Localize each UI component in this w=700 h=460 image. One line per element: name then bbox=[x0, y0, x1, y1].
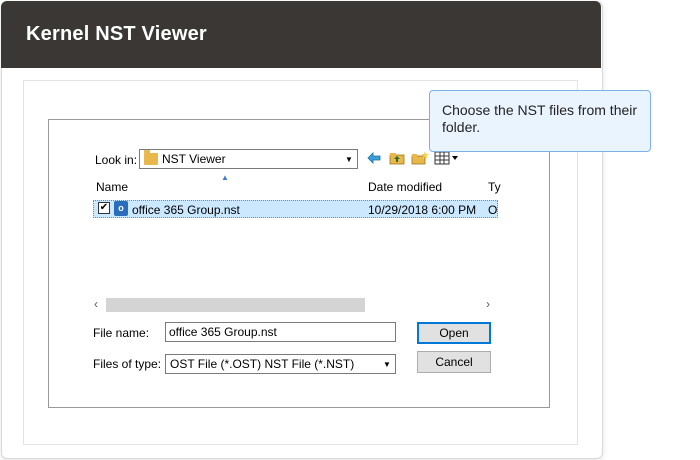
column-name-header[interactable]: Name bbox=[96, 180, 128, 194]
column-date-header[interactable]: Date modified bbox=[368, 180, 442, 194]
app-header: Kernel NST Viewer bbox=[1, 1, 601, 68]
new-folder-icon[interactable] bbox=[411, 150, 429, 166]
instruction-callout: Choose the NST files from their folder. bbox=[429, 90, 651, 152]
look-in-dropdown[interactable]: NST Viewer ▼ bbox=[139, 149, 358, 169]
file-name-label: File name: bbox=[93, 326, 150, 340]
files-of-type-value: OST File (*.OST) NST File (*.NST) bbox=[170, 357, 355, 371]
sort-up-icon: ▲ bbox=[221, 173, 229, 182]
back-arrow-icon[interactable] bbox=[365, 150, 383, 166]
look-in-value: NST Viewer bbox=[162, 152, 226, 166]
chevron-down-icon: ▼ bbox=[383, 359, 391, 369]
chevron-down-icon: ▼ bbox=[345, 154, 353, 164]
folder-icon bbox=[144, 150, 158, 165]
column-type-header[interactable]: Ty bbox=[488, 180, 501, 194]
files-of-type-dropdown[interactable]: OST File (*.OST) NST File (*.NST) ▼ bbox=[165, 354, 396, 374]
files-of-type-label: Files of type: bbox=[93, 357, 162, 371]
app-title: Kernel NST Viewer bbox=[26, 23, 207, 45]
view-menu-icon[interactable] bbox=[434, 150, 460, 166]
scroll-right-arrow[interactable]: › bbox=[486, 297, 490, 311]
file-name-input[interactable]: office 365 Group.nst bbox=[165, 322, 396, 342]
horizontal-scrollbar-thumb[interactable] bbox=[106, 298, 365, 312]
up-folder-icon[interactable] bbox=[388, 150, 406, 166]
file-type-cell: O bbox=[488, 203, 498, 217]
open-button[interactable]: Open bbox=[417, 322, 491, 344]
scroll-left-arrow[interactable]: ‹ bbox=[94, 297, 98, 311]
outlook-file-icon: o bbox=[114, 201, 128, 216]
file-checkbox[interactable]: ✔ bbox=[98, 202, 110, 214]
file-name-cell: office 365 Group.nst bbox=[132, 203, 240, 217]
cancel-button[interactable]: Cancel bbox=[417, 351, 491, 373]
look-in-label: Look in: bbox=[95, 153, 138, 167]
file-date-cell: 10/29/2018 6:00 PM bbox=[368, 203, 477, 217]
